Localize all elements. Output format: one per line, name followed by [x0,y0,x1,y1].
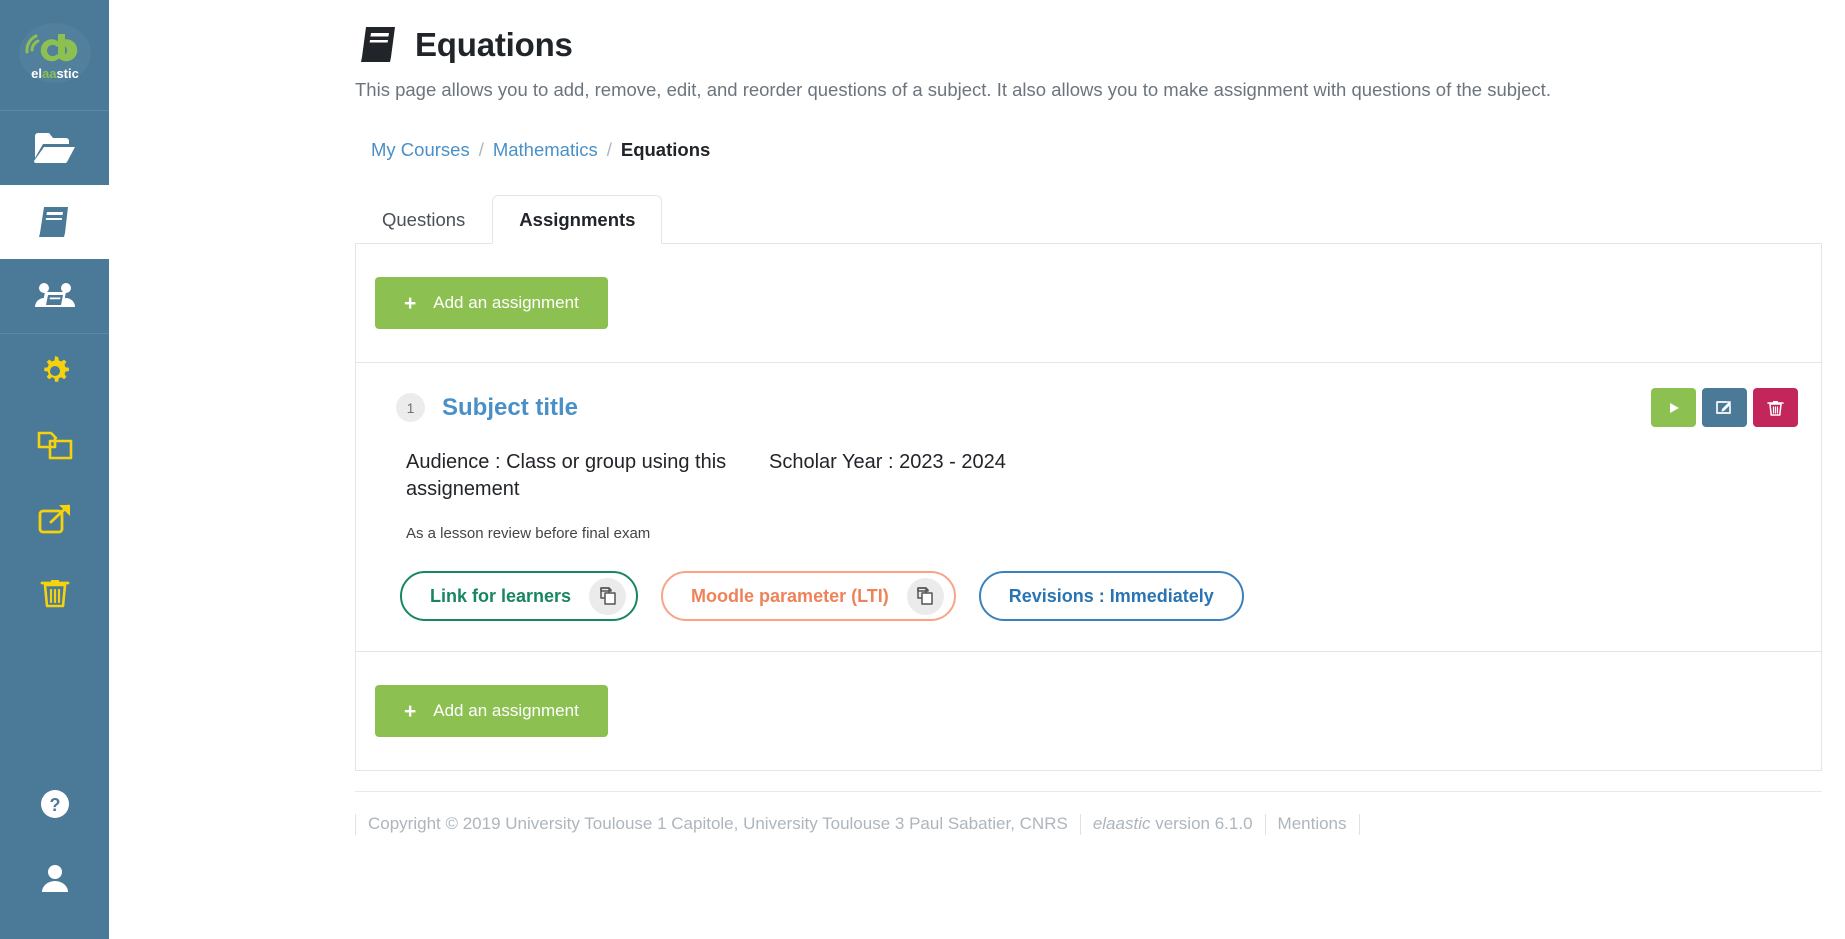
assignment-pill-row: Link for learners Moodle parameter (LTI)… [375,571,1798,622]
assignment-scholar-year: Scholar Year : 2023 - 2024 [769,451,1006,474]
trash-icon [1767,400,1784,416]
assignment-number-badge: 1 [396,393,425,423]
assignments-panel: + Add an assignment 1 Subject title Audi… [355,243,1822,772]
content-wrapper: Equations This page allows you to add, r… [109,0,1845,835]
assignment-note: As a lesson review before final exam [406,525,651,543]
delete-assignment-button[interactable] [1753,388,1798,428]
page-title: Equations [415,26,573,63]
breadcrumb: My Courses / Mathematics / Equations [109,139,1845,161]
add-assignment-bottom-section: + Add an assignment [356,651,1821,770]
copy-link-button[interactable] [589,577,627,615]
footer-version-text: version 6.1.0 [1150,814,1253,834]
footer: Copyright © 2019 University Toulouse 1 C… [355,791,1822,835]
footer-version: elaastic version 6.1.0 [1079,814,1265,835]
book-group-icon [34,283,75,307]
footer-brand: elaastic [1092,814,1151,834]
tab-assignments[interactable]: Assignments [492,194,663,245]
tab-questions[interactable]: Questions [355,195,492,243]
main-content: Equations This page allows you to add, r… [109,0,1845,939]
external-link-icon [38,504,70,534]
trash-icon [40,580,69,608]
add-assignment-label: Add an assignment [433,701,579,721]
breadcrumb-item-mathematics[interactable]: Mathematics [493,139,598,161]
sidebar-item-trash[interactable] [0,556,109,630]
assignment-header: 1 Subject title [375,388,1798,428]
edit-assignment-button[interactable] [1702,388,1747,428]
plus-icon: + [404,291,417,315]
footer-mentions-link[interactable]: Mentions [1264,814,1360,835]
gear-icon [43,356,69,382]
sidebar-item-external[interactable] [0,482,109,556]
book-icon [38,207,68,237]
breadcrumb-separator: / [478,138,484,160]
footer-copyright: Copyright © 2019 University Toulouse 1 C… [355,814,1080,835]
user-icon [41,865,68,892]
copy-moodle-button[interactable] [906,577,944,615]
add-assignment-button-bottom[interactable]: + Add an assignment [375,685,608,738]
sidebar-nav-primary [0,111,109,334]
elaastic-logo-icon: elaastic [18,23,91,83]
add-assignment-top-section: + Add an assignment [356,244,1821,362]
folder-open-icon [33,133,75,164]
plus-icon: + [404,699,417,723]
sidebar-item-help[interactable]: ? [0,767,109,841]
brand-logo[interactable]: elaastic [0,0,109,111]
revisions-button[interactable]: Revisions : Immediately [978,571,1244,622]
assignment-audience: Audience : Class or group using this ass… [406,451,727,501]
link-for-learners-button[interactable]: Link for learners [400,571,639,622]
breadcrumb-item-my-courses[interactable]: My Courses [371,139,470,161]
help-circle-icon: ? [40,790,69,818]
start-assignment-button[interactable] [1651,388,1696,428]
page-header: Equations [109,22,1845,68]
tab-bar: Questions Assignments [109,194,1845,245]
copy-icon [917,587,933,606]
app-root: elaastic ? Equations This page allows yo… [0,0,1845,939]
play-icon [1669,402,1679,413]
add-assignment-button-top[interactable]: + Add an assignment [375,277,608,330]
page-description: This page allows you to add, remove, edi… [355,79,1551,100]
book-icon [361,27,395,62]
assignment-action-buttons [1651,388,1798,428]
svg-text:elaastic: elaastic [31,66,79,81]
sidebar-item-subjects[interactable] [0,185,109,259]
assignment-title[interactable]: Subject title [442,394,578,422]
assignment-meta: Audience : Class or group using this ass… [375,449,1798,503]
sidebar-nav-secondary [0,334,109,630]
edit-square-icon [1716,401,1731,415]
add-assignment-label: Add an assignment [433,293,579,313]
sidebar: elaastic ? [0,0,109,939]
sidebar-item-settings[interactable] [0,334,109,408]
revisions-label: Revisions : Immediately [1008,585,1214,606]
copy-icon [599,587,616,606]
sidebar-item-folder[interactable] [0,111,109,185]
moodle-parameter-button[interactable]: Moodle parameter (LTI) [661,571,956,622]
sidebar-item-duplicate[interactable] [0,408,109,482]
moodle-parameter-label: Moodle parameter (LTI) [691,585,889,606]
sidebar-item-account[interactable] [0,841,109,915]
assignment-card: 1 Subject title Audience: Class or grou… [356,362,1821,651]
link-for-learners-label: Link for learners [430,585,572,606]
svg-text:?: ? [49,795,60,815]
copy-icon [37,431,72,460]
sidebar-item-shared[interactable] [0,259,109,333]
sidebar-nav-bottom: ? [0,767,109,939]
breadcrumb-separator: / [606,138,612,160]
breadcrumb-item-equations: Equations [620,138,711,160]
